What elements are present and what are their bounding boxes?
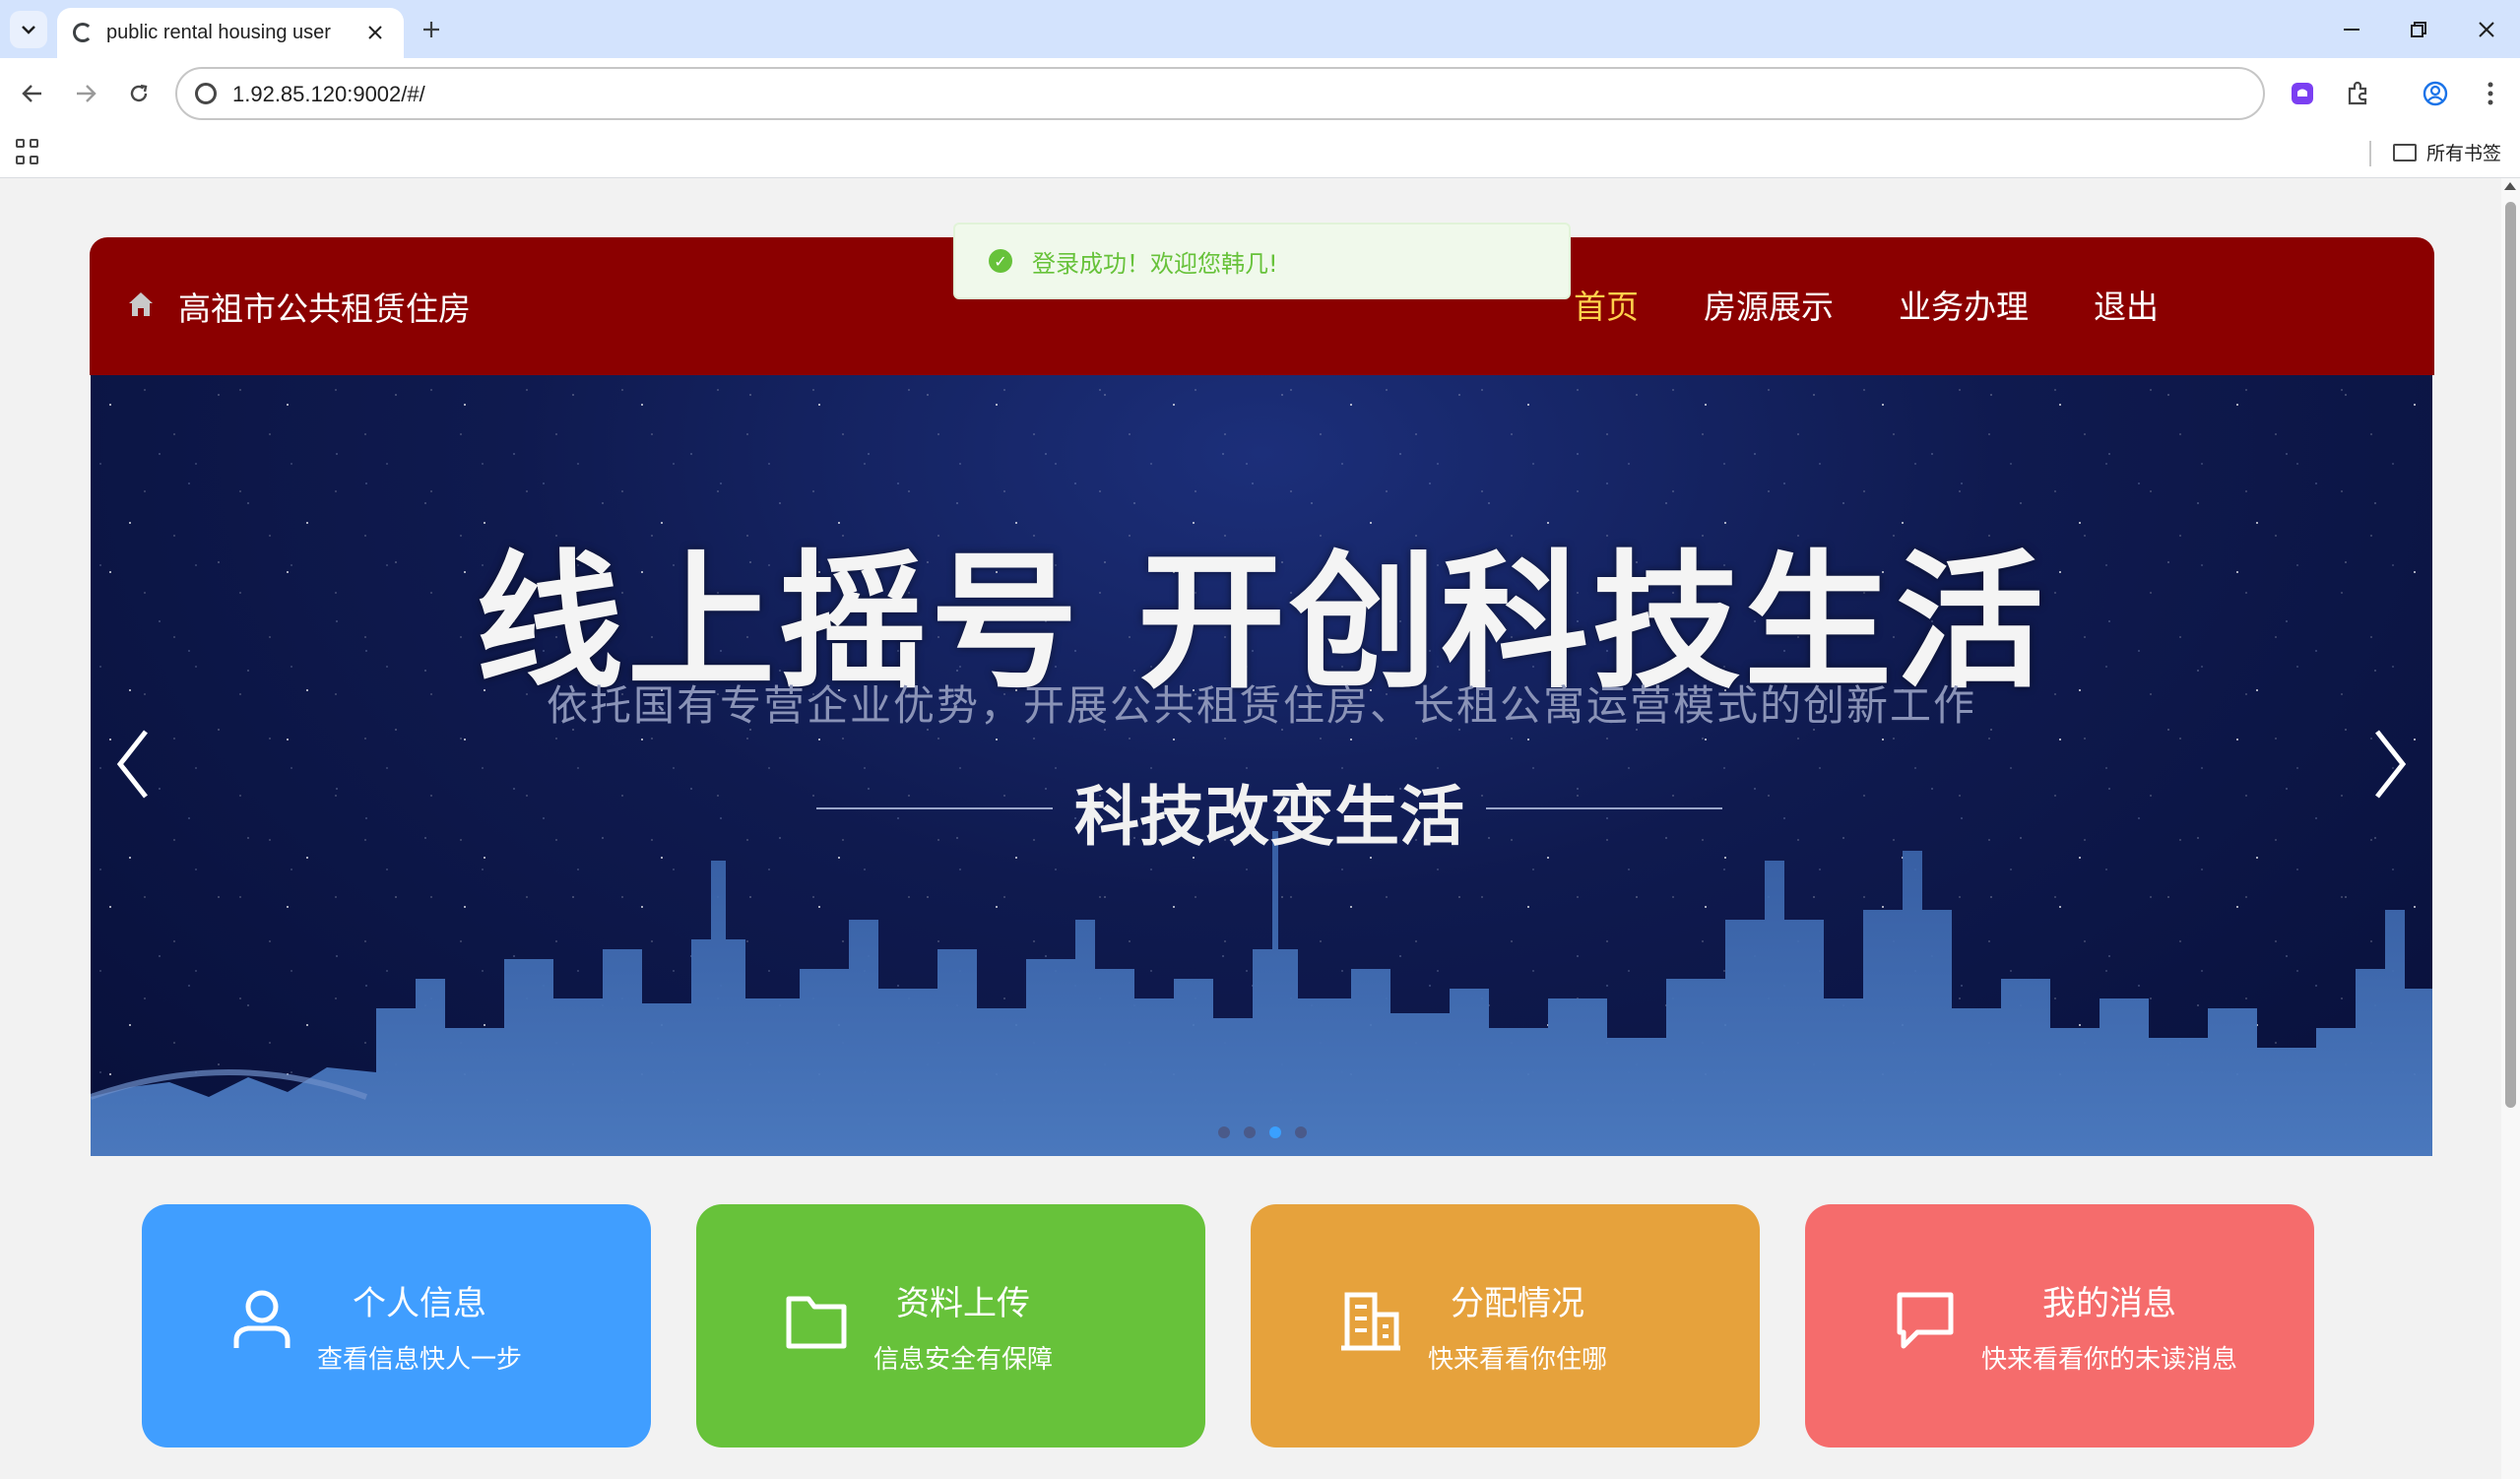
bookmarks-bar: 所有书签: [0, 131, 2520, 178]
url-text[interactable]: 1.92.85.120:9002/#/: [232, 82, 425, 107]
tab-search-button[interactable]: [10, 11, 47, 48]
carousel-next-icon[interactable]: [2359, 720, 2419, 808]
nav-item-listings[interactable]: 房源展示: [1704, 281, 1834, 328]
minimize-button[interactable]: [2332, 10, 2371, 49]
back-button[interactable]: [13, 74, 52, 113]
feature-desc: 快来看看你住哪: [1427, 1345, 1608, 1375]
message-icon: [1897, 1292, 1954, 1349]
site-title: 高祖市公共租赁住房: [178, 289, 471, 328]
arrow-left-icon: [22, 85, 41, 102]
carousel-indicator[interactable]: [1295, 1126, 1307, 1138]
restore-icon: [2411, 22, 2426, 37]
page-viewport: 高祖市公共租赁住房 首页 房源展示 业务办理 退出 ✓ 登录成功！欢迎您韩几!: [0, 178, 2501, 1479]
main-nav: 首页 房源展示 业务办理 退出: [1509, 281, 2159, 328]
arrow-right-icon: [77, 85, 97, 102]
feature-card-upload[interactable]: 资料上传 信息安全有保障: [696, 1204, 1205, 1447]
feature-title: 分配情况: [1451, 1284, 1584, 1323]
feature-title: 个人信息: [353, 1284, 486, 1323]
minimize-icon: [2344, 29, 2359, 31]
browser-toolbar: 1.92.85.120:9002/#/: [0, 58, 2520, 131]
banner-tagline-group: 科技改变生活: [816, 764, 1722, 855]
page-container: 高祖市公共租赁住房 首页 房源展示 业务办理 退出 ✓ 登录成功！欢迎您韩几!: [12, 191, 2489, 1479]
all-bookmarks-folder[interactable]: 所有书签: [2393, 139, 2501, 165]
folder-icon: [786, 1296, 847, 1349]
extension-purple-icon[interactable]: [2284, 75, 2321, 112]
all-bookmarks-label: 所有书签: [2426, 143, 2502, 164]
browser-menu-icon[interactable]: [2472, 75, 2509, 112]
nav-item-logout[interactable]: 退出: [2094, 281, 2159, 328]
forward-button[interactable]: [66, 74, 105, 113]
scroll-up-icon[interactable]: [2504, 182, 2516, 190]
building-icon: [1341, 1292, 1400, 1351]
banner-carousel: 线上摇号 开创科技生活 依托国有专营企业优势，开展公共租赁住房、长租公寓运营模式…: [91, 375, 2432, 1156]
address-bar[interactable]: 1.92.85.120:9002/#/: [175, 67, 2265, 120]
close-tab-icon[interactable]: [360, 18, 390, 47]
feature-title: 资料上传: [896, 1284, 1030, 1323]
carousel-indicator[interactable]: [1244, 1126, 1256, 1138]
page-scrollbar[interactable]: [2501, 178, 2520, 1479]
browser-tab[interactable]: public rental housing user: [57, 8, 404, 58]
extensions-puzzle-icon[interactable]: [2339, 75, 2376, 112]
toast-message: 登录成功！欢迎您韩几!: [1032, 249, 1278, 278]
banner-subtitle: 依托国有专营企业优势，开展公共租赁住房、长租公寓运营模式的创新工作: [546, 681, 1976, 730]
new-tab-button[interactable]: [414, 12, 449, 47]
home-icon: [129, 292, 153, 316]
user-icon: [233, 1290, 291, 1348]
folder-icon: [2393, 143, 2417, 161]
feature-title: 我的消息: [2042, 1284, 2176, 1323]
carousel-indicator[interactable]: [1218, 1126, 1230, 1138]
close-icon: [2479, 22, 2494, 37]
nav-item-business[interactable]: 业务办理: [1899, 281, 2029, 328]
banner-tagline: 科技改变生活: [1074, 779, 1464, 855]
site-info-icon[interactable]: [195, 83, 217, 104]
reload-button[interactable]: [119, 74, 159, 113]
carousel-indicator-active[interactable]: [1269, 1126, 1281, 1138]
feature-card-messages[interactable]: 我的消息 快来看看你的未读消息: [1805, 1204, 2314, 1447]
feature-card-allocation[interactable]: 分配情况 快来看看你住哪: [1251, 1204, 1760, 1447]
check-circle-icon: ✓: [989, 249, 1012, 273]
tab-title: public rental housing user: [106, 22, 331, 43]
bookmarks-divider: [2369, 141, 2371, 166]
feature-card-personal-info[interactable]: 个人信息 查看信息快人一步: [142, 1204, 651, 1447]
apps-grid-icon[interactable]: [16, 139, 43, 166]
carousel-indicators: [1218, 1126, 1307, 1138]
feature-desc: 查看信息快人一步: [316, 1345, 523, 1375]
success-toast: ✓ 登录成功！欢迎您韩几!: [953, 223, 1571, 299]
restore-button[interactable]: [2399, 10, 2438, 49]
loading-favicon-icon: [73, 23, 93, 42]
feature-desc: 快来看看你的未读消息: [1980, 1345, 2238, 1375]
reload-icon: [130, 84, 148, 102]
chevron-down-icon: [22, 26, 35, 34]
plus-icon: [423, 22, 439, 37]
profile-avatar-icon[interactable]: [2417, 75, 2454, 112]
carousel-prev-icon[interactable]: [104, 720, 163, 808]
feature-desc: 信息安全有保障: [872, 1345, 1054, 1375]
close-window-button[interactable]: [2467, 10, 2506, 49]
scroll-thumb[interactable]: [2505, 202, 2516, 1108]
nav-item-home[interactable]: 首页: [1574, 281, 1639, 328]
browser-tab-bar: public rental housing user: [0, 0, 2520, 58]
